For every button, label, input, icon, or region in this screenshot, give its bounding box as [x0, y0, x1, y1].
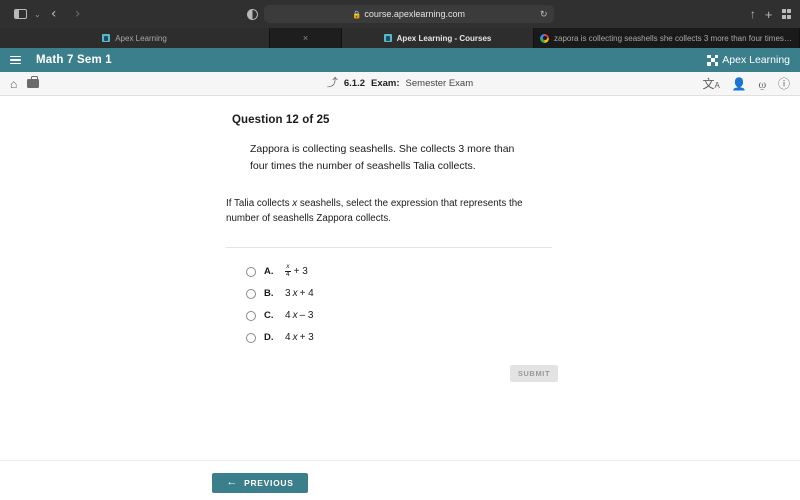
- answer-option-c[interactable]: C. 4x – 3: [246, 305, 552, 327]
- sub-navigation-bar: ⌂ ⤴ 6.1.2 Exam: Semester Exam 文A 👤 ⍹ ⓘ: [0, 72, 800, 96]
- section-divider: [226, 246, 552, 248]
- footer-bar: ← PREVIOUS: [0, 460, 800, 500]
- browser-actions: ↑ +: [750, 8, 791, 21]
- option-expression-a: x 4 + 3: [285, 264, 308, 279]
- previous-button[interactable]: ← PREVIOUS: [212, 472, 308, 493]
- answer-option-b[interactable]: B. 3x + 4: [246, 283, 552, 305]
- activity-type-label: Exam:: [371, 78, 400, 89]
- fraction-numerator: x: [286, 263, 290, 271]
- page-title: Math 7 Sem 1: [36, 54, 112, 66]
- answer-options-list: A. x 4 + 3 B. 3x + 4 C. 4 x – 3 D. 4 x +…: [246, 261, 552, 349]
- fraction-x-over-4: x 4: [285, 264, 291, 279]
- address-bar[interactable]: 🔒 course.apexlearning.com ↻: [263, 5, 554, 23]
- apex-learning-logo: Apex Learning: [707, 54, 790, 66]
- option-d-variable: x: [292, 332, 298, 344]
- submit-row: SUBMIT: [232, 364, 558, 382]
- radio-button-a[interactable]: [246, 266, 256, 277]
- fraction-denominator: 4: [285, 271, 291, 279]
- option-letter-a: A.: [264, 266, 274, 278]
- home-icon[interactable]: ⌂: [10, 78, 17, 90]
- browser-tab-3-label: zapora is collecting seashells she colle…: [554, 33, 793, 43]
- url-text: course.apexlearning.com: [364, 9, 465, 19]
- option-c-tail: – 3: [299, 310, 314, 322]
- submit-button[interactable]: SUBMIT: [510, 364, 558, 382]
- question-stem-line-1: Zappora is collecting seashells. She col…: [250, 143, 515, 155]
- browser-tab-close-button[interactable]: ×: [270, 28, 342, 48]
- radio-button-b[interactable]: [246, 288, 256, 299]
- address-bar-group: 🔒 course.apexlearning.com ↻: [0, 5, 800, 23]
- help-icon[interactable]: ⓘ: [778, 78, 790, 90]
- hamburger-menu-icon[interactable]: [10, 55, 21, 65]
- question-heading: Question 12 of 25: [232, 114, 330, 126]
- app-header: Math 7 Sem 1 Apex Learning: [0, 48, 800, 72]
- browser-tab-3[interactable]: zapora is collecting seashells she colle…: [534, 28, 800, 48]
- privacy-report-icon[interactable]: [246, 8, 258, 20]
- arrow-left-icon: ←: [226, 476, 239, 488]
- read-aloud-icon[interactable]: 👤: [732, 78, 747, 90]
- new-tab-icon[interactable]: +: [765, 8, 773, 21]
- share-icon[interactable]: ↑: [750, 8, 756, 20]
- activity-breadcrumb: ⤴ 6.1.2 Exam: Semester Exam: [0, 78, 800, 90]
- option-b-coefficient: 3: [285, 288, 291, 300]
- option-d-tail: + 3: [299, 332, 314, 344]
- option-letter-d: D.: [264, 332, 274, 344]
- answer-option-a[interactable]: A. x 4 + 3: [246, 261, 552, 283]
- reload-icon[interactable]: ↻: [540, 9, 548, 20]
- translate-icon[interactable]: 文A: [702, 78, 719, 90]
- briefcase-icon[interactable]: [27, 76, 40, 88]
- option-expression-c: 4x – 3: [285, 310, 313, 321]
- question-stem: Zappora is collecting seashells. She col…: [250, 141, 552, 175]
- option-letter-b: B.: [264, 288, 274, 300]
- activity-name: Semester Exam: [405, 78, 474, 89]
- apex-favicon-icon: [383, 34, 392, 42]
- option-expression-b: 3x + 4: [285, 288, 314, 299]
- back-button[interactable]: ‹: [43, 4, 65, 24]
- prompt-part-1: If Talia collects: [226, 198, 293, 209]
- option-d-coefficient: 4: [285, 332, 291, 344]
- chevron-left-icon: ‹: [50, 6, 57, 22]
- question-stem-line-2: four times the number of seashells Talia…: [250, 160, 476, 172]
- browser-toolbar: ⌄ ‹ › 🔒 course.apexlearning.com ↻ ↑ +: [0, 0, 800, 28]
- browser-tab-2-label: Apex Learning - Courses: [396, 33, 492, 43]
- option-a-tail: + 3: [293, 266, 308, 278]
- subnav-left-icons: ⌂: [10, 76, 40, 90]
- browser-tab-2[interactable]: Apex Learning - Courses: [342, 28, 534, 48]
- radio-button-c[interactable]: [246, 310, 256, 321]
- option-b-variable: x: [292, 288, 298, 300]
- option-letter-c: C.: [264, 310, 274, 322]
- apex-favicon-icon: [102, 34, 111, 42]
- question-prompt: If Talia collects x seashells, select th…: [226, 197, 540, 227]
- question-block: Question 12 of 25 Zappora is collecting …: [226, 114, 552, 349]
- option-c-coefficient: 4: [285, 310, 291, 322]
- previous-button-label: PREVIOUS: [244, 477, 294, 488]
- question-content: Question 12 of 25 Zappora is collecting …: [0, 96, 800, 500]
- print-icon[interactable]: ⍹: [759, 78, 766, 90]
- browser-tab-1[interactable]: Apex Learning: [0, 28, 270, 48]
- chevron-right-icon: ›: [74, 6, 81, 22]
- browser-tab-1-label: Apex Learning: [115, 33, 167, 43]
- go-up-icon[interactable]: ⤴: [327, 78, 338, 89]
- subnav-tools: 文A 👤 ⍹ ⓘ: [702, 78, 790, 90]
- sidebar-toggle-icon: [13, 9, 27, 19]
- option-c-variable: x: [292, 310, 298, 322]
- apex-brand-mark-icon: [707, 54, 719, 66]
- tab-overview-icon[interactable]: [781, 9, 791, 19]
- option-expression-d: 4x + 3: [285, 332, 314, 343]
- option-b-tail: + 4: [299, 288, 314, 300]
- google-favicon-icon: [540, 33, 549, 43]
- forward-button[interactable]: ›: [67, 4, 89, 24]
- radio-button-d[interactable]: [246, 332, 256, 343]
- tab-strip: Apex Learning × Apex Learning - Courses …: [0, 28, 800, 48]
- chevron-down-icon[interactable]: ⌄: [34, 10, 41, 19]
- brand-name: Apex Learning: [722, 54, 790, 66]
- url-text-group: 🔒 course.apexlearning.com: [352, 9, 465, 19]
- sidebar-toggle-button[interactable]: [9, 4, 31, 24]
- close-icon: ×: [302, 33, 309, 43]
- lock-icon: 🔒: [352, 9, 362, 19]
- answer-option-d[interactable]: D. 4x + 3: [246, 327, 552, 349]
- lesson-number: 6.1.2: [343, 78, 366, 89]
- browser-nav-controls: ⌄ ‹ ›: [9, 4, 89, 24]
